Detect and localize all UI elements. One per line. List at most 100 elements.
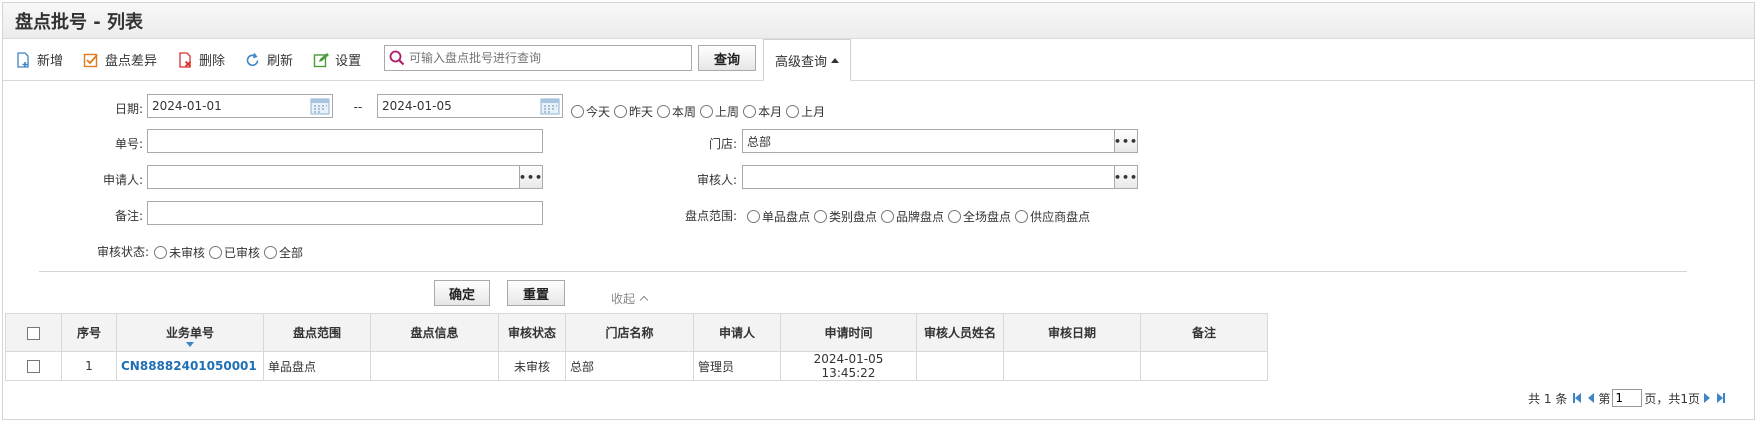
search-box[interactable] [384, 45, 692, 71]
cell-scope: 单品盘点 [263, 351, 371, 381]
reviewer-label: 审核人: [696, 173, 737, 187]
pager-page-prefix: 第 [1598, 391, 1611, 406]
reviewer-field[interactable]: ••• [742, 165, 1138, 189]
reset-button[interactable]: 重置 [507, 280, 565, 306]
filter-divider [39, 271, 1687, 272]
status-audited[interactable]: 已审核 [209, 244, 260, 261]
select-all-checkbox[interactable] [27, 326, 40, 340]
scope-single-item[interactable]: 单品盘点 [747, 208, 810, 225]
applicant-field[interactable]: ••• [147, 165, 543, 189]
radio-circle [657, 105, 671, 118]
date-preset-last-week-label: 上周 [715, 105, 740, 119]
radio-circle [743, 105, 757, 118]
scope-label: 盘点范围: [684, 209, 737, 223]
date-from-value: 2024-01-01 [152, 99, 222, 113]
col-header-remark[interactable]: 备注 [1140, 313, 1268, 352]
col-header-index[interactable]: 序号 [61, 313, 117, 352]
order-no-label: 单号: [114, 137, 143, 151]
scope-supplier[interactable]: 供应商盘点 [1015, 208, 1090, 225]
pagination: 共 1 条 第 页，共1页 [1528, 389, 1728, 407]
title-bar: 盘点批号 - 列表 [3, 3, 1754, 39]
first-page-icon[interactable] [1573, 393, 1582, 403]
page-title: 盘点批号 - 列表 [15, 11, 144, 33]
page-number-input[interactable] [1612, 389, 1643, 407]
last-page-icon[interactable] [1717, 393, 1725, 403]
radio-circle [264, 246, 278, 259]
next-page-icon[interactable] [1703, 393, 1711, 403]
radio-circle [786, 105, 800, 118]
date-from-field[interactable]: 2024-01-01 [147, 94, 333, 118]
scope-category[interactable]: 类别盘点 [814, 208, 877, 225]
col-header-scope[interactable]: 盘点范围 [263, 313, 371, 352]
status-all[interactable]: 全部 [264, 244, 303, 261]
calendar-icon[interactable] [310, 97, 330, 115]
date-preset-yesterday[interactable]: 昨天 [614, 103, 653, 120]
scope-brand[interactable]: 品牌盘点 [881, 208, 944, 225]
scope-supplier-label: 供应商盘点 [1030, 210, 1091, 224]
reviewer-picker-button[interactable]: ••• [1114, 165, 1138, 189]
add-document-icon [17, 51, 29, 68]
page-frame: 盘点批号 - 列表 新增 盘点差异 删除 刷新 设置 查询 高级查询 [2, 2, 1755, 420]
radio-circle [209, 246, 223, 259]
col-header-info[interactable]: 盘点信息 [370, 313, 499, 352]
date-preset-this-month[interactable]: 本月 [743, 103, 782, 120]
calendar-icon[interactable] [540, 97, 560, 115]
caret-up-icon [831, 57, 839, 63]
col-header-review-date[interactable]: 审核日期 [1003, 313, 1141, 352]
inventory-diff-label: 盘点差异 [105, 54, 158, 69]
status-unaudited[interactable]: 未审核 [154, 244, 205, 261]
search-input[interactable] [409, 51, 691, 65]
col-header-status[interactable]: 审核状态 [498, 313, 566, 352]
date-to-field[interactable]: 2024-01-05 [377, 94, 563, 118]
radio-circle [948, 210, 962, 223]
col-header-order-no[interactable]: 业务单号 [116, 313, 264, 352]
store-label: 门店: [708, 137, 737, 151]
add-button[interactable]: 新增 [15, 50, 63, 69]
inventory-diff-button[interactable]: 盘点差异 [83, 50, 157, 69]
date-preset-last-month[interactable]: 上月 [786, 103, 825, 120]
row-select-cell [5, 351, 62, 381]
col-header-reviewer-name[interactable]: 审核人员姓名 [916, 313, 1004, 352]
col-header-applicant[interactable]: 申请人 [693, 313, 781, 352]
cell-order-no-link[interactable]: CN88882401050001 [116, 351, 264, 381]
store-field[interactable]: 总部 ••• [742, 129, 1138, 153]
query-button[interactable]: 查询 [698, 45, 756, 71]
col-header-order-no-label: 业务单号 [165, 326, 214, 340]
col-header-apply-time[interactable]: 申请时间 [780, 313, 917, 352]
remark-field[interactable] [147, 201, 543, 225]
scope-brand-label: 品牌盘点 [896, 210, 945, 224]
prev-page-icon[interactable] [1587, 393, 1595, 403]
delete-document-icon [179, 51, 192, 68]
data-table: 序号 业务单号 盘点范围 盘点信息 审核状态 门店名称 申请人 申请时间 审核人… [5, 313, 1268, 381]
radio-circle [571, 105, 584, 118]
settings-button[interactable]: 设置 [313, 50, 361, 69]
radio-circle [700, 105, 714, 118]
cell-index: 1 [61, 351, 117, 381]
col-header-store[interactable]: 门店名称 [565, 313, 694, 352]
date-preset-today[interactable]: 今天 [571, 103, 610, 120]
advanced-query-tab[interactable]: 高级查询 [763, 39, 851, 81]
toolbar: 新增 盘点差异 删除 刷新 设置 查询 高级查询 [3, 39, 1754, 81]
store-picker-button[interactable]: ••• [1114, 129, 1138, 153]
collapse-toggle[interactable]: 收起 [611, 290, 649, 307]
date-preset-last-week[interactable]: 上周 [700, 103, 739, 120]
refresh-button[interactable]: 刷新 [245, 50, 293, 69]
checkbox-check-icon [83, 53, 98, 67]
date-preset-this-week[interactable]: 本周 [657, 103, 696, 120]
cell-info [370, 351, 499, 381]
cell-remark [1140, 351, 1268, 381]
cell-store: 总部 [565, 351, 694, 381]
table-header-row: 序号 业务单号 盘点范围 盘点信息 审核状态 门店名称 申请人 申请时间 审核人… [5, 313, 1268, 352]
order-no-field[interactable] [147, 129, 543, 153]
radio-circle [614, 105, 628, 118]
confirm-button[interactable]: 确定 [434, 280, 490, 306]
delete-button[interactable]: 删除 [177, 50, 225, 69]
scope-full-store[interactable]: 全场盘点 [948, 208, 1011, 225]
select-all-cell [5, 313, 62, 352]
delete-label: 删除 [199, 54, 226, 69]
status-audited-label: 已审核 [224, 246, 261, 260]
applicant-picker-button[interactable]: ••• [519, 165, 543, 189]
row-checkbox[interactable] [27, 360, 40, 373]
table-row[interactable]: 1 CN88882401050001 单品盘点 未审核 总部 管理员 2024-… [5, 351, 1268, 381]
pager-total: 共 1 条 [1528, 391, 1568, 406]
